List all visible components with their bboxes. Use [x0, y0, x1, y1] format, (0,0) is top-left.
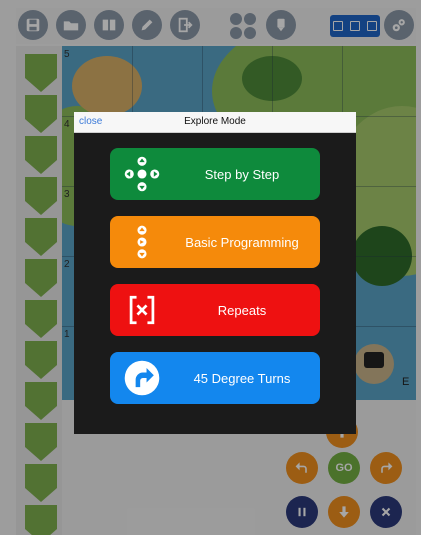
turn-arrow-icon [120, 356, 164, 400]
mode-step-by-step-button[interactable]: Step by Step [110, 148, 320, 200]
repeat-bracket-icon [120, 288, 164, 332]
mode-label: 45 Degree Turns [193, 370, 291, 386]
program-icon [120, 220, 164, 264]
app-window: 5 4 3 2 1 E GO close Explore Mode Step b… [0, 0, 421, 535]
mode-label: Basic Programming [185, 234, 299, 250]
four-arrows-icon [120, 152, 164, 196]
mode-repeats-button[interactable]: Repeats [110, 284, 320, 336]
mode-45-degree-turns-button[interactable]: 45 Degree Turns [110, 352, 320, 404]
mode-basic-programming-button[interactable]: Basic Programming [110, 216, 320, 268]
explore-mode-dialog: close Explore Mode Step by Step Basic Pr… [74, 112, 356, 434]
dialog-title: Explore Mode [184, 116, 246, 127]
mode-label: Repeats [217, 302, 267, 318]
mode-label: Step by Step [204, 166, 280, 182]
dialog-header: close Explore Mode [74, 112, 356, 133]
